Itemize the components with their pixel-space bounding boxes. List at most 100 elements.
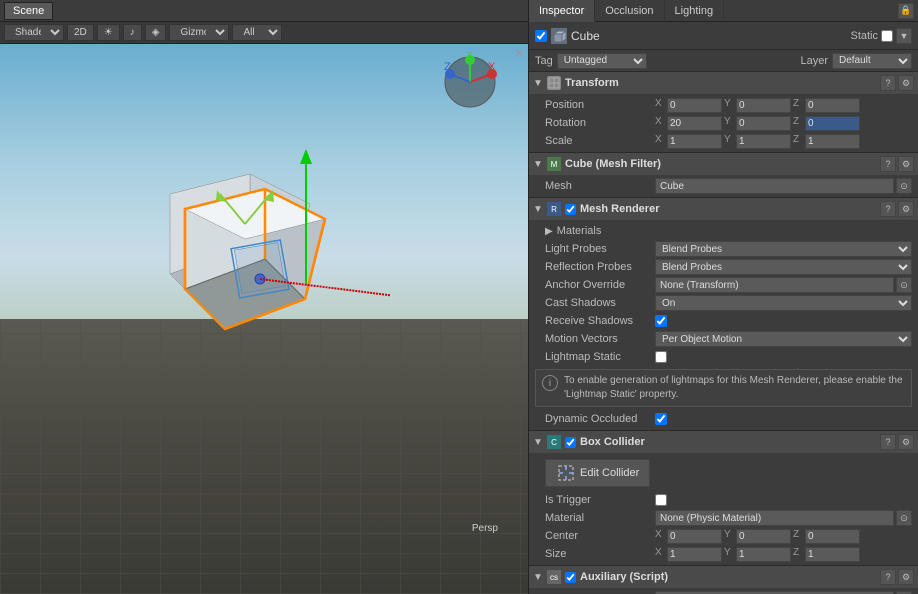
cy-label: Y xyxy=(724,529,734,544)
edit-collider-row: Edit Collider xyxy=(529,455,918,491)
dynamic-occluded-label: Dynamic Occluded xyxy=(545,413,655,425)
scale-z-label: Z xyxy=(793,134,803,149)
cx-input[interactable] xyxy=(667,529,722,544)
gizmos-select[interactable]: Gizmos xyxy=(169,24,229,41)
auxiliary-component: ▼ cs Auxiliary (Script) ? ⚙ Script Auxil… xyxy=(529,566,918,594)
mesh-filter-buttons: ? ⚙ xyxy=(880,156,914,172)
mesh-renderer-settings-btn[interactable]: ⚙ xyxy=(898,201,914,217)
mesh-renderer-body: ▶ Materials Light Probes Blend Probes Re… xyxy=(529,220,918,430)
reflection-probes-select[interactable]: Blend Probes xyxy=(655,259,912,275)
light-button[interactable]: ☀ xyxy=(97,24,120,41)
rot-z-input[interactable] xyxy=(805,116,860,131)
mesh-value-container: Cube ⊙ xyxy=(655,178,912,194)
box-collider-header[interactable]: ▼ C Box Collider ? ⚙ xyxy=(529,431,918,453)
light-probes-select[interactable]: Blend Probes xyxy=(655,241,912,257)
static-dropdown-btn[interactable]: ▼ xyxy=(896,28,912,44)
shading-select[interactable]: Shaded xyxy=(4,24,64,41)
all-select[interactable]: All xyxy=(232,24,282,41)
position-label: Position xyxy=(545,99,655,111)
layer-select[interactable]: Default xyxy=(832,53,912,69)
transform-settings-btn[interactable]: ⚙ xyxy=(898,75,914,91)
position-xyz: X Y Z xyxy=(655,98,912,113)
scene-tab[interactable]: Scene xyxy=(4,2,53,20)
lock-icon-btn[interactable]: 🔒 xyxy=(898,3,914,19)
auxiliary-checkbox[interactable] xyxy=(565,572,576,583)
transform-buttons: ? ⚙ xyxy=(880,75,914,91)
auxiliary-settings-btn[interactable]: ⚙ xyxy=(898,569,914,585)
transform-arrow: ▼ xyxy=(533,78,543,89)
box-collider-checkbox[interactable] xyxy=(565,437,576,448)
cast-shadows-select[interactable]: On xyxy=(655,295,912,311)
box-collider-arrow: ▼ xyxy=(533,437,543,448)
auxiliary-help-btn[interactable]: ? xyxy=(880,569,896,585)
mesh-renderer-icon: R xyxy=(547,202,561,216)
tab-inspector[interactable]: Inspector xyxy=(529,0,595,22)
fx-button[interactable]: ◈ xyxy=(145,24,167,41)
box-collider-settings-btn[interactable]: ⚙ xyxy=(898,434,914,450)
pos-y-input[interactable] xyxy=(736,98,791,113)
mesh-filter-header[interactable]: ▼ M Cube (Mesh Filter) ? ⚙ xyxy=(529,153,918,175)
anchor-override-label: Anchor Override xyxy=(545,279,655,291)
gizmo-widget[interactable]: X Y Z xyxy=(440,52,500,112)
audio-button[interactable]: ♪ xyxy=(123,24,142,41)
scene-controls: Shaded 2D ☀ ♪ ◈ Gizmos All xyxy=(0,22,528,44)
scene-panel: Scene Shaded 2D ☀ ♪ ◈ Gizmos All xyxy=(0,0,528,594)
motion-vectors-select[interactable]: Per Object Motion xyxy=(655,331,912,347)
pos-x-input[interactable] xyxy=(667,98,722,113)
rot-x-input[interactable] xyxy=(667,116,722,131)
sy-input[interactable] xyxy=(736,547,791,562)
mesh-renderer-checkbox[interactable] xyxy=(565,204,576,215)
sz-input[interactable] xyxy=(805,547,860,562)
mesh-value: Cube xyxy=(655,178,894,194)
cz-input[interactable] xyxy=(805,529,860,544)
mesh-renderer-buttons: ? ⚙ xyxy=(880,201,914,217)
viewport-close-icon[interactable]: ✕ xyxy=(514,46,524,60)
lighting-tab-label: Lighting xyxy=(675,5,714,17)
pos-z-input[interactable] xyxy=(805,98,860,113)
scale-z-input[interactable] xyxy=(805,134,860,149)
mesh-renderer-arrow: ▼ xyxy=(533,204,543,215)
obj-active-checkbox[interactable] xyxy=(535,30,547,42)
materials-row[interactable]: ▶ Materials xyxy=(529,222,918,240)
transform-header[interactable]: ▼ Transform ? ⚙ xyxy=(529,72,918,94)
cz-label: Z xyxy=(793,529,803,544)
mesh-filter-help-btn[interactable]: ? xyxy=(880,156,896,172)
cx-label: X xyxy=(655,529,665,544)
lightmap-static-checkbox[interactable] xyxy=(655,351,667,363)
collider-material-label: Material xyxy=(545,512,655,524)
scale-x-input[interactable] xyxy=(667,134,722,149)
edit-collider-button[interactable]: Edit Collider xyxy=(545,459,650,487)
inspector-scroll[interactable]: ▼ Transform ? ⚙ Position xyxy=(529,72,918,594)
scene-viewport[interactable]: X Y Z ✕ Persp xyxy=(0,44,528,594)
mesh-filter-icon: M xyxy=(547,157,561,171)
tag-select[interactable]: Untagged xyxy=(557,53,647,69)
mesh-filter-settings-btn[interactable]: ⚙ xyxy=(898,156,914,172)
cy-input[interactable] xyxy=(736,529,791,544)
auxiliary-header[interactable]: ▼ cs Auxiliary (Script) ? ⚙ xyxy=(529,566,918,588)
mesh-pick-btn[interactable]: ⊙ xyxy=(896,178,912,194)
collider-edit-icon xyxy=(556,463,576,483)
position-row: Position X Y Z xyxy=(529,96,918,114)
sx-input[interactable] xyxy=(667,547,722,562)
center-row: Center X Y Z xyxy=(529,527,918,545)
dynamic-occluded-checkbox[interactable] xyxy=(655,413,667,425)
light-probes-row: Light Probes Blend Probes xyxy=(529,240,918,258)
transform-help-btn[interactable]: ? xyxy=(880,75,896,91)
2d-button[interactable]: 2D xyxy=(67,24,94,41)
rot-y-input[interactable] xyxy=(736,116,791,131)
rotation-xyz: X Y Z xyxy=(655,116,912,131)
auxiliary-body: Script Auxiliary ⊙ Mesh None (Mesh) ⊙ xyxy=(529,588,918,594)
scale-y-input[interactable] xyxy=(736,134,791,149)
anchor-pick-btn[interactable]: ⊙ xyxy=(896,277,912,293)
is-trigger-checkbox[interactable] xyxy=(655,494,667,506)
collider-material-pick-btn[interactable]: ⊙ xyxy=(896,510,912,526)
rotation-label: Rotation xyxy=(545,117,655,129)
mesh-renderer-help-btn[interactable]: ? xyxy=(880,201,896,217)
tab-occlusion[interactable]: Occlusion xyxy=(595,0,664,22)
static-checkbox[interactable] xyxy=(881,30,893,42)
mesh-renderer-header[interactable]: ▼ R Mesh Renderer ? ⚙ xyxy=(529,198,918,220)
receive-shadows-checkbox[interactable] xyxy=(655,315,667,327)
tab-lighting[interactable]: Lighting xyxy=(665,0,725,22)
mesh-filter-title: Cube (Mesh Filter) xyxy=(565,158,876,170)
box-collider-help-btn[interactable]: ? xyxy=(880,434,896,450)
